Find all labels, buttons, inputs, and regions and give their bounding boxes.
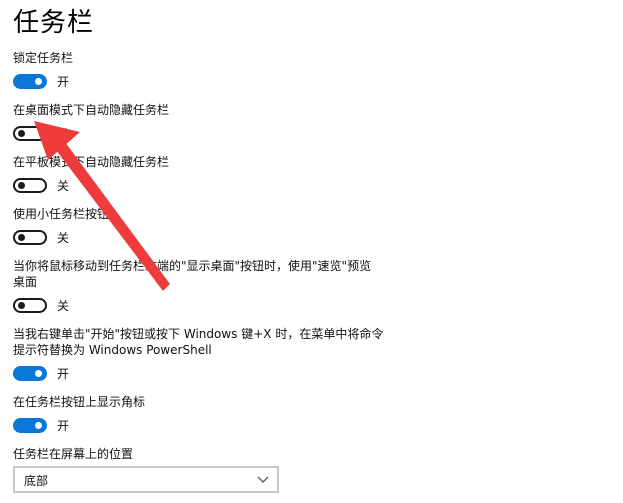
toggle-knob [18, 302, 25, 309]
setting-label-line1: 当我右键单击"开始"按钮或按下 Windows 键+X 时，在菜单中将命令 [13, 327, 384, 341]
setting-autohide-tablet: 在平板模式下自动隐藏任务栏 关 [13, 154, 169, 194]
setting-label-line2: 桌面 [13, 275, 38, 289]
autohide-desktop-toggle[interactable] [13, 126, 47, 141]
setting-label-line1: 当你将鼠标移动到任务栏末端的"显示桌面"按钮时，使用"速览"预览 [13, 259, 372, 273]
setting-label: 锁定任务栏 [13, 51, 74, 65]
peek-preview-toggle[interactable] [13, 298, 47, 313]
toggle-knob [35, 370, 42, 377]
toggle-knob [18, 182, 25, 189]
position-dropdown[interactable]: 底部 [13, 466, 279, 493]
toggle-knob [18, 234, 25, 241]
setting-badges: 在任务栏按钮上显示角标 开 [13, 394, 145, 434]
toggle-state-text: 关 [57, 231, 70, 245]
toggle-knob [35, 78, 42, 85]
small-buttons-toggle[interactable] [13, 230, 47, 245]
setting-label: 在任务栏按钮上显示角标 [13, 395, 146, 409]
setting-position: 任务栏在屏幕上的位置 [13, 446, 133, 462]
setting-label: 使用小任务栏按钮 [13, 207, 110, 221]
powershell-toggle[interactable] [13, 366, 47, 381]
setting-peek-preview: 当你将鼠标移动到任务栏末端的"显示桌面"按钮时，使用"速览"预览 桌面 关 [13, 258, 371, 314]
page-title: 任务栏 [13, 8, 95, 38]
toggle-state-text: 关 [57, 127, 70, 141]
setting-lock-taskbar: 锁定任务栏 开 [13, 50, 73, 90]
toggle-state-text: 开 [57, 367, 70, 381]
position-dropdown-value: 底部 [24, 474, 49, 488]
lock-taskbar-toggle[interactable] [13, 74, 47, 89]
toggle-state-text: 关 [57, 179, 70, 193]
setting-powershell: 当我右键单击"开始"按钮或按下 Windows 键+X 时，在菜单中将命令 提示… [13, 326, 383, 382]
setting-label: 在平板模式下自动隐藏任务栏 [13, 155, 170, 169]
setting-small-buttons: 使用小任务栏按钮 关 [13, 206, 109, 246]
toggle-state-text: 开 [57, 75, 70, 89]
chevron-down-icon [257, 476, 269, 483]
setting-label: 在桌面模式下自动隐藏任务栏 [13, 103, 170, 117]
setting-autohide-desktop: 在桌面模式下自动隐藏任务栏 关 [13, 102, 169, 142]
position-label: 任务栏在屏幕上的位置 [13, 447, 134, 461]
toggle-state-text: 关 [57, 299, 70, 313]
toggle-state-text: 开 [57, 419, 70, 433]
badges-toggle[interactable] [13, 418, 47, 433]
setting-label-line2: 提示符替换为 Windows PowerShell [13, 343, 212, 357]
toggle-knob [35, 422, 42, 429]
autohide-tablet-toggle[interactable] [13, 178, 47, 193]
toggle-knob [18, 130, 25, 137]
